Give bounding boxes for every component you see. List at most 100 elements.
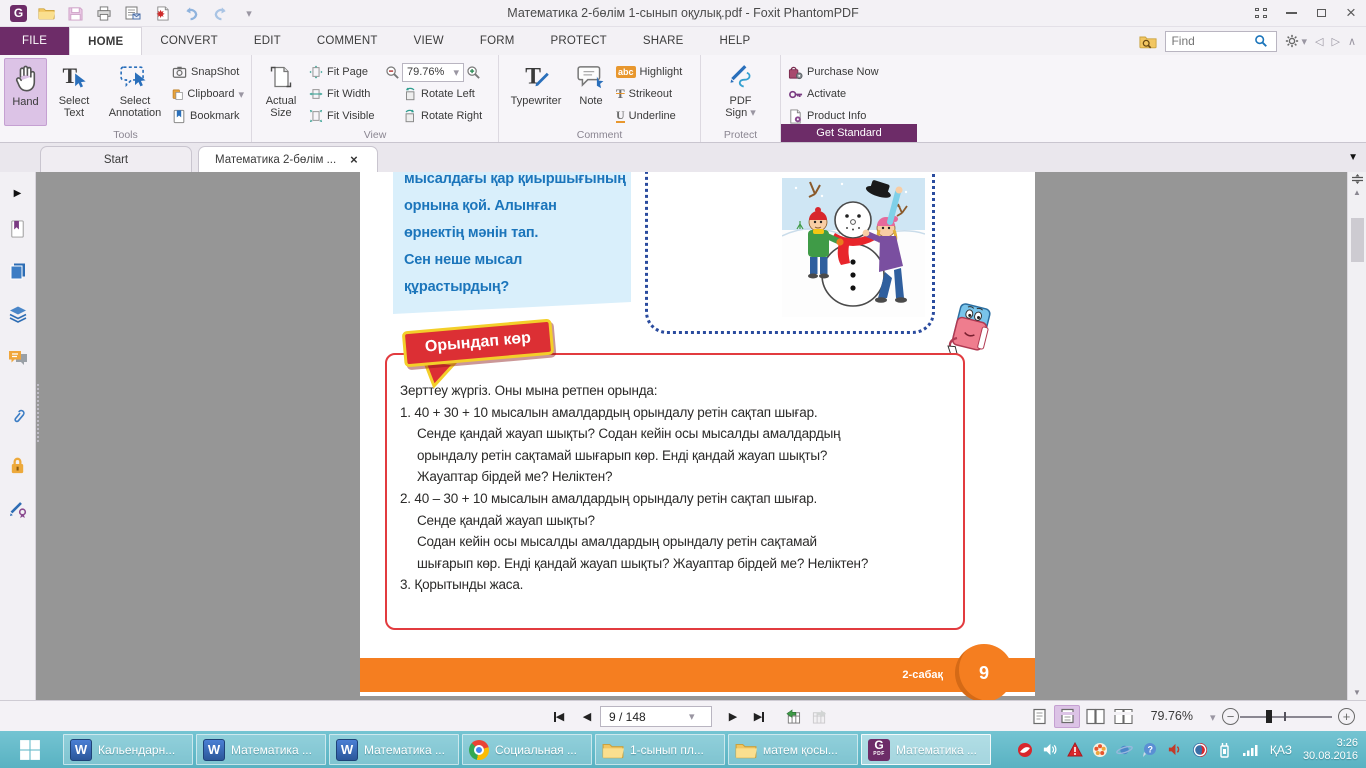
tab-comment[interactable]: COMMENT xyxy=(299,27,396,55)
zoom-in-icon[interactable] xyxy=(466,65,481,80)
document-canvas[interactable]: мысалдағы қар қиыршығының орнына қой. Ал… xyxy=(36,172,1347,700)
search-folder-icon[interactable] xyxy=(1139,34,1158,49)
tab-help[interactable]: HELP xyxy=(701,27,768,55)
scroll-up-button[interactable]: ▲ xyxy=(1353,188,1361,197)
undo-button[interactable] xyxy=(181,4,201,22)
get-standard-button[interactable]: Get Standard xyxy=(781,124,917,142)
next-page-button[interactable]: ▶ xyxy=(722,706,744,727)
hand-tool-button[interactable]: Hand xyxy=(4,58,47,126)
tray-warning-icon[interactable] xyxy=(1066,741,1084,759)
continuous-view-button[interactable] xyxy=(1054,705,1080,728)
taskbar-app-word-2[interactable]: W Математика ... xyxy=(196,734,326,765)
purchase-now-button[interactable]: Purchase Now xyxy=(785,62,913,82)
tray-saturn-icon[interactable] xyxy=(1116,741,1134,759)
next-view-button[interactable] xyxy=(808,706,830,727)
redo-button[interactable] xyxy=(210,4,230,22)
note-button[interactable]: Note xyxy=(569,58,613,126)
tray-network-icon[interactable] xyxy=(1241,741,1259,759)
comments-panel-button[interactable] xyxy=(5,346,31,372)
tab-share[interactable]: SHARE xyxy=(625,27,702,55)
taskbar-app-word-1[interactable]: W Кальендарн... xyxy=(63,734,193,765)
customize-qat-button[interactable]: ▾ xyxy=(239,4,259,22)
fit-width-button[interactable]: Fit Width xyxy=(306,84,382,104)
product-info-button[interactable]: Product Info xyxy=(785,106,913,126)
caret-down-icon[interactable]: ▾ xyxy=(689,710,695,723)
taskbar-app-chrome[interactable]: Социальная ... xyxy=(462,734,592,765)
taskbar-app-foxit[interactable]: G PDF Математика ... xyxy=(861,734,991,765)
highlight-button[interactable]: abc Highlight xyxy=(613,62,691,82)
snapshot-button[interactable]: SnapShot xyxy=(169,62,247,82)
find-input[interactable] xyxy=(1166,34,1255,48)
previous-page-button[interactable]: ◀ xyxy=(576,706,598,727)
zoom-combobox[interactable]: 79.76% ▾ xyxy=(402,62,464,82)
tray-sound-scheme-icon[interactable] xyxy=(1166,741,1184,759)
tab-document[interactable]: Математика 2-бөлім ... × xyxy=(198,146,378,172)
email-button[interactable] xyxy=(123,4,143,22)
tab-protect[interactable]: PROTECT xyxy=(533,27,625,55)
strikeout-button[interactable]: T Strikeout xyxy=(613,84,691,104)
tab-form[interactable]: FORM xyxy=(462,27,533,55)
tab-list-menu-button[interactable]: ▼ xyxy=(1348,152,1358,163)
last-page-button[interactable]: ▶ xyxy=(748,706,770,727)
pdf-sign-button[interactable]: PDF Sign ▾ xyxy=(710,58,772,126)
rotate-right-button[interactable]: Rotate Right xyxy=(400,106,494,126)
tray-volume-icon[interactable] xyxy=(1041,741,1059,759)
fullscreen-button[interactable] xyxy=(1246,0,1276,26)
tab-start[interactable]: Start xyxy=(40,146,192,172)
scrollbar-thumb[interactable] xyxy=(1351,218,1364,262)
tab-edit[interactable]: EDIT xyxy=(236,27,299,55)
tray-power-icon[interactable] xyxy=(1216,741,1234,759)
facing-view-button[interactable] xyxy=(1082,705,1108,728)
taskbar-app-folder-1[interactable]: 1-сынып пл... xyxy=(595,734,725,765)
start-button[interactable] xyxy=(0,731,60,768)
collapse-ribbon-button[interactable]: ∧ xyxy=(1348,35,1356,48)
first-page-button[interactable]: ◀ xyxy=(548,706,570,727)
find-options-button[interactable]: ▾ xyxy=(1285,34,1307,48)
taskbar-clock[interactable]: 3:26 30.08.2016 xyxy=(1303,737,1358,763)
open-file-button[interactable] xyxy=(36,4,56,22)
clipboard-button[interactable]: Clipboard ▾ xyxy=(169,84,247,104)
zoom-out-button[interactable]: − xyxy=(1222,708,1239,725)
tray-helper-icon[interactable]: ? xyxy=(1141,741,1159,759)
restore-button[interactable] xyxy=(1306,0,1336,26)
tray-antivirus-icon[interactable] xyxy=(1016,741,1034,759)
activate-button[interactable]: Activate xyxy=(785,84,913,104)
single-page-view-button[interactable] xyxy=(1026,705,1052,728)
typewriter-button[interactable]: T Typewriter xyxy=(503,58,569,126)
find-previous-button[interactable]: ◁ xyxy=(1315,35,1323,48)
scroll-down-button[interactable]: ▼ xyxy=(1353,688,1361,697)
fit-visible-button[interactable]: Fit Visible xyxy=(306,106,382,126)
search-icon[interactable] xyxy=(1254,34,1268,48)
tab-convert[interactable]: CONVERT xyxy=(142,27,235,55)
previous-view-button[interactable] xyxy=(782,706,804,727)
zoom-out-icon[interactable] xyxy=(385,65,400,80)
tab-home[interactable]: HOME xyxy=(69,27,143,55)
close-button[interactable]: × xyxy=(1336,0,1366,26)
language-indicator[interactable]: ҚАЗ xyxy=(1270,743,1292,757)
split-view-handle[interactable] xyxy=(1351,174,1364,184)
zoom-preset-caret[interactable]: ▾ xyxy=(1210,711,1216,724)
new-document-button[interactable] xyxy=(152,4,172,22)
page-number-input[interactable] xyxy=(601,709,689,724)
pages-panel-button[interactable] xyxy=(5,258,31,284)
underline-button[interactable]: U Underline xyxy=(613,106,691,126)
foxit-logo-icon[interactable]: G xyxy=(10,4,27,22)
tab-view[interactable]: VIEW xyxy=(396,27,462,55)
minimize-button[interactable] xyxy=(1276,0,1306,26)
zoom-in-button[interactable]: + xyxy=(1338,708,1355,725)
actual-size-button[interactable]: Actual Size xyxy=(256,58,306,126)
find-next-button[interactable]: ▷ xyxy=(1331,35,1339,48)
taskbar-app-folder-2[interactable]: матем қосы... xyxy=(728,734,858,765)
print-button[interactable] xyxy=(94,4,114,22)
select-text-button[interactable]: T Select Text xyxy=(47,58,101,126)
layers-panel-button[interactable] xyxy=(5,302,31,328)
close-tab-icon[interactable]: × xyxy=(350,152,358,167)
signatures-panel-button[interactable] xyxy=(5,496,31,522)
tab-file[interactable]: FILE xyxy=(0,27,70,55)
rotate-left-button[interactable]: Rotate Left xyxy=(400,84,494,104)
bookmark-button[interactable]: Bookmark xyxy=(169,106,247,126)
security-panel-button[interactable] xyxy=(5,452,31,478)
tray-ccleaner-icon[interactable] xyxy=(1191,741,1209,759)
vertical-scrollbar[interactable]: ▲ ▼ xyxy=(1347,172,1366,700)
fit-page-button[interactable]: Fit Page xyxy=(306,62,382,82)
